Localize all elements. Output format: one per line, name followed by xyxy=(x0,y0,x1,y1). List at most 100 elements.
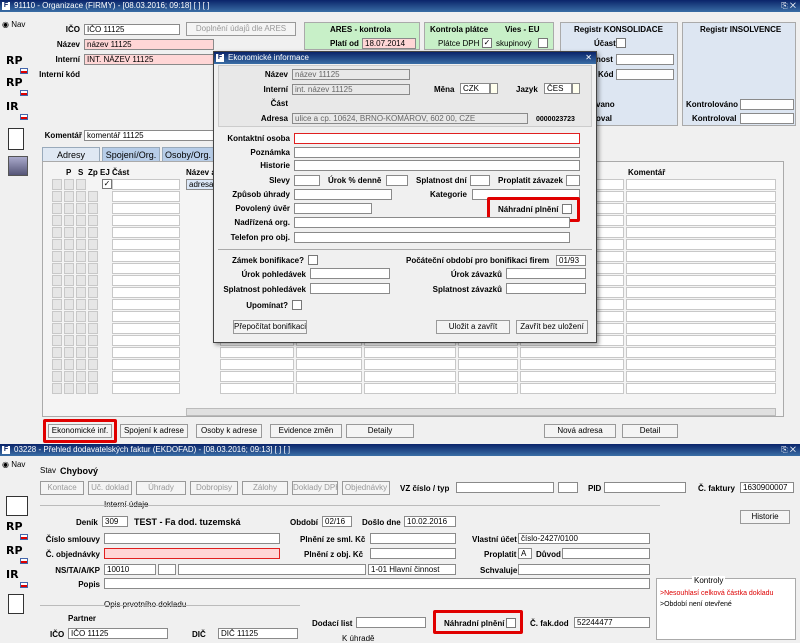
tab-osoby[interactable]: Osoby/Org. xyxy=(162,147,214,161)
povoleny-uver-field[interactable] xyxy=(294,203,372,214)
grid-cell[interactable] xyxy=(520,347,624,358)
poznamka-field[interactable] xyxy=(294,147,580,158)
grid-cell[interactable] xyxy=(88,335,98,346)
ulozit-zavrit-button[interactable]: Uložit a zavřít xyxy=(436,320,510,334)
urok-pohledavek-field[interactable] xyxy=(310,268,390,279)
dlg-jazyk-field[interactable]: ČES xyxy=(544,83,572,94)
grid-cell[interactable] xyxy=(64,191,74,202)
bottom-rp-icon[interactable]: RP xyxy=(6,520,28,540)
nadrizena-org-field[interactable] xyxy=(294,217,570,228)
grid-cell[interactable] xyxy=(64,287,74,298)
grid-cell[interactable] xyxy=(112,251,180,262)
grid-cell[interactable] xyxy=(76,371,86,382)
grid-cell[interactable] xyxy=(88,275,98,286)
grid-cell[interactable] xyxy=(76,287,86,298)
ta-field[interactable] xyxy=(158,564,176,575)
osoby-k-adrese-button[interactable]: Osoby k adrese xyxy=(196,424,262,438)
grid-cell[interactable] xyxy=(64,227,74,238)
proplatit-zavazek-field[interactable] xyxy=(566,175,580,186)
splatnost-zavazku-field[interactable] xyxy=(506,283,586,294)
tab-adresy[interactable]: Adresy xyxy=(42,147,100,161)
grid-cell[interactable] xyxy=(112,227,180,238)
pid-field[interactable] xyxy=(604,482,686,493)
grid-cell[interactable] xyxy=(64,251,74,262)
grid-cell[interactable] xyxy=(52,335,62,346)
grid-row-adresa[interactable]: adresa xyxy=(186,179,216,190)
grid-cell[interactable] xyxy=(76,359,86,370)
grid-cell[interactable] xyxy=(520,359,624,370)
grid-cell[interactable] xyxy=(458,383,518,394)
grid-cell[interactable] xyxy=(626,239,776,250)
grid-cell[interactable] xyxy=(88,227,98,238)
rp-icon[interactable]: RP xyxy=(6,54,28,74)
grid-cell[interactable] xyxy=(626,179,776,190)
grid-cell[interactable] xyxy=(364,371,456,382)
grid-cell[interactable] xyxy=(52,383,62,394)
grid-cell[interactable] xyxy=(52,275,62,286)
urok-zavazku-field[interactable] xyxy=(506,268,586,279)
detail-button[interactable]: Detail xyxy=(622,424,678,438)
grid-cell[interactable] xyxy=(76,323,86,334)
ucast-checkbox[interactable] xyxy=(616,38,626,48)
grid-cell[interactable] xyxy=(112,371,180,382)
vz-type-field[interactable] xyxy=(558,482,578,493)
grid-cell[interactable] xyxy=(626,323,776,334)
grid-cell[interactable] xyxy=(76,347,86,358)
rp-icon-2[interactable]: RP xyxy=(6,76,28,96)
grid-cell[interactable] xyxy=(52,287,62,298)
objednavky-button[interactable]: Objednávky xyxy=(342,481,390,495)
grid-cell[interactable] xyxy=(64,215,74,226)
duvod-field[interactable] xyxy=(562,548,650,559)
cislo-smlouvy-field[interactable] xyxy=(104,533,280,544)
obdobi-field[interactable]: 02/16 xyxy=(322,516,352,527)
grid-cell[interactable] xyxy=(52,347,62,358)
bottom-report-icon[interactable] xyxy=(8,594,24,614)
grid-cell[interactable] xyxy=(112,323,180,334)
grid-cell[interactable] xyxy=(64,347,74,358)
plati-od-field[interactable]: 18.07.2014 xyxy=(362,38,416,49)
historie-field[interactable] xyxy=(294,160,580,171)
jazyk-lookup-icon[interactable] xyxy=(572,83,580,94)
handshake-icon[interactable] xyxy=(6,496,28,516)
grid-cell[interactable] xyxy=(76,383,86,394)
grid-cell[interactable] xyxy=(88,323,98,334)
grid-cell[interactable] xyxy=(112,311,180,322)
grid-cell[interactable] xyxy=(626,287,776,298)
grid-cell[interactable] xyxy=(296,359,362,370)
grid-cell[interactable] xyxy=(64,263,74,274)
grid-cell[interactable] xyxy=(626,275,776,286)
platce-dph-checkbox[interactable]: ✓ xyxy=(482,38,492,48)
historie-button[interactable]: Historie xyxy=(740,510,790,524)
grid-cell[interactable] xyxy=(458,359,518,370)
grid-cell[interactable] xyxy=(76,311,86,322)
grid-cell[interactable] xyxy=(76,251,86,262)
nost-select[interactable] xyxy=(616,54,674,65)
nova-adresa-button[interactable]: Nová adresa xyxy=(544,424,616,438)
interni-field[interactable]: INT. NÁZEV 11125 xyxy=(84,54,214,65)
vlastni-ucet-field[interactable]: číslo-2427/0100 xyxy=(518,533,650,544)
c-objednavky-field[interactable] xyxy=(104,548,280,559)
grid-cell[interactable] xyxy=(64,323,74,334)
skupinovy-checkbox[interactable] xyxy=(538,38,548,48)
dialog-close-icon[interactable]: ✕ xyxy=(585,52,592,64)
zpusob-uhrady-field[interactable] xyxy=(294,189,392,200)
bottom-window-controls-icon[interactable]: ⎘ ✕ xyxy=(781,444,796,456)
spojeni-k-adrese-button[interactable]: Spojení k adrese xyxy=(120,424,188,438)
grid-cell[interactable] xyxy=(112,263,180,274)
grid-cell[interactable] xyxy=(52,263,62,274)
ico-field[interactable]: IČO 11125 xyxy=(84,24,180,35)
grid-cell[interactable] xyxy=(626,359,776,370)
grid-cell[interactable] xyxy=(76,335,86,346)
grid-cell[interactable] xyxy=(112,299,180,310)
grid-cell[interactable] xyxy=(64,203,74,214)
denik-field[interactable]: 309 xyxy=(102,516,128,527)
grid-cell[interactable] xyxy=(52,359,62,370)
grid-cell[interactable] xyxy=(76,215,86,226)
grid-cell[interactable] xyxy=(52,215,62,226)
grid-cell[interactable] xyxy=(52,203,62,214)
c-faktury-field[interactable]: 1630900007 xyxy=(740,482,794,493)
proplatit-field[interactable]: A xyxy=(518,548,532,559)
grid-cell[interactable] xyxy=(52,239,62,250)
grid-cell[interactable] xyxy=(88,311,98,322)
dobropisy-button[interactable]: Dobropisy xyxy=(190,481,238,495)
